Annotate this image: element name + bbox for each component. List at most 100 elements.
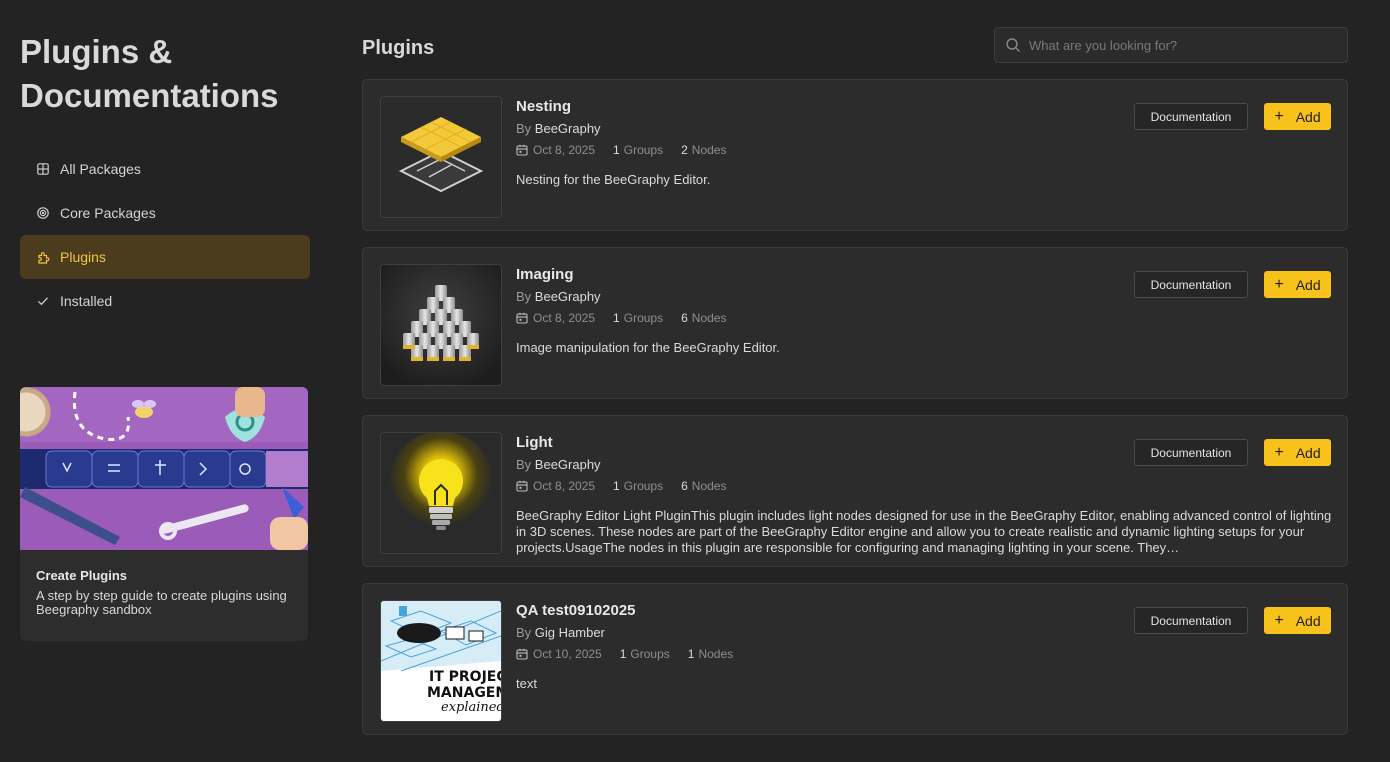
- target-icon: [36, 206, 50, 220]
- documentation-button[interactable]: Documentation: [1134, 607, 1248, 634]
- create-plugins-promo[interactable]: Create Plugins A step by step guide to c…: [20, 387, 308, 641]
- by-label: By: [516, 457, 532, 472]
- groups-count: 1: [619, 647, 627, 661]
- nav-item-core-packages[interactable]: Core Packages: [20, 191, 310, 235]
- documentation-button[interactable]: Documentation: [1134, 271, 1248, 298]
- promo-title: Create Plugins: [36, 568, 128, 583]
- nesting-thumbnail-art: [381, 97, 501, 217]
- plugin-thumbnail: [380, 432, 502, 554]
- plus-icon: +: [1274, 275, 1284, 293]
- plugin-author: By Gig Hamber: [516, 625, 605, 640]
- plugin-thumbnail: [380, 96, 502, 218]
- add-label: Add: [1295, 108, 1321, 125]
- nodes-label: Nodes: [691, 479, 727, 493]
- groups-label: Groups: [623, 311, 664, 325]
- thumb-text-it-project: IT PROJECT: [429, 669, 501, 685]
- plugin-description: Nesting for the BeeGraphy Editor.: [516, 172, 711, 187]
- plugin-name: QA test09102025: [516, 602, 636, 619]
- imaging-thumbnail-art: [381, 265, 501, 385]
- add-button[interactable]: + Add: [1264, 103, 1331, 130]
- plugin-meta: Oct 8, 2025 1 Groups 6 Nodes: [516, 479, 726, 493]
- puzzle-icon: [36, 250, 50, 264]
- groups-label: Groups: [630, 647, 670, 661]
- calendar-icon: [516, 144, 528, 156]
- plugin-author: By BeeGraphy: [516, 121, 601, 136]
- add-label: Add: [1295, 276, 1321, 293]
- calendar-icon: [516, 648, 528, 660]
- author-name[interactable]: BeeGraphy: [535, 457, 601, 472]
- by-label: By: [516, 289, 532, 304]
- nodes-count: 1: [687, 647, 695, 661]
- plugin-thumbnail: IT PROJECT MANAGEMENT explained: [380, 600, 502, 722]
- plugin-card-imaging: Imaging By BeeGraphy Oct 8, 2025 1 Group…: [362, 247, 1348, 399]
- light-thumbnail-art: [381, 433, 501, 553]
- nav-item-all-packages[interactable]: All Packages: [20, 147, 310, 191]
- plugin-name: Imaging: [516, 266, 574, 283]
- nodes-count: 2: [681, 143, 688, 157]
- plugin-name: Nesting: [516, 98, 572, 115]
- nodes-label: Nodes: [691, 311, 727, 325]
- documentation-button[interactable]: Documentation: [1134, 439, 1248, 466]
- calendar-icon: [516, 480, 528, 492]
- plugin-date: Oct 10, 2025: [533, 647, 602, 661]
- plugin-meta: Oct 8, 2025 1 Groups 6 Nodes: [516, 311, 726, 325]
- add-button[interactable]: + Add: [1264, 439, 1331, 466]
- plugin-card-nesting: Nesting By BeeGraphy Oct 8, 2025 1 Group…: [362, 79, 1348, 231]
- plugin-date: Oct 8, 2025: [533, 311, 596, 325]
- by-label: By: [516, 625, 532, 640]
- author-name[interactable]: BeeGraphy: [535, 289, 601, 304]
- plugin-date: Oct 8, 2025: [533, 479, 596, 493]
- nav-item-label: All Packages: [60, 161, 141, 177]
- plugin-description: text: [516, 676, 537, 691]
- plugin-description: Image manipulation for the BeeGraphy Edi…: [516, 340, 780, 355]
- add-button[interactable]: + Add: [1264, 607, 1331, 634]
- sidebar: Plugins & Documentations All Packages Co…: [20, 0, 310, 762]
- plugin-card-light: Light By BeeGraphy Oct 8, 2025 1 Groups …: [362, 415, 1348, 567]
- plugin-meta: Oct 10, 2025 1 Groups 1 Nodes: [516, 647, 733, 661]
- plugin-date: Oct 8, 2025: [533, 143, 596, 157]
- search-bar[interactable]: [994, 27, 1348, 63]
- author-name[interactable]: Gig Hamber: [535, 625, 605, 640]
- by-label: By: [516, 121, 532, 136]
- nodes-label: Nodes: [698, 647, 734, 661]
- plugin-author: By BeeGraphy: [516, 289, 601, 304]
- sidebar-nav: All Packages Core Packages Plugins Insta…: [20, 147, 310, 323]
- page-title: Plugins: [362, 37, 435, 59]
- sidebar-title: Plugins & Documentations: [20, 33, 279, 114]
- grid-icon: [36, 162, 50, 176]
- groups-count: 1: [613, 143, 620, 157]
- plugin-meta: Oct 8, 2025 1 Groups 2 Nodes: [516, 143, 726, 157]
- plus-icon: +: [1274, 443, 1284, 461]
- plugin-card-qa-test: IT PROJECT MANAGEMENT explained QA test0…: [362, 583, 1348, 735]
- search-input[interactable]: [1029, 37, 1329, 53]
- promo-description: A step by step guide to create plugins u…: [36, 588, 287, 617]
- plus-icon: +: [1274, 107, 1284, 125]
- nav-item-plugins[interactable]: Plugins: [20, 235, 310, 279]
- groups-label: Groups: [623, 143, 664, 157]
- add-label: Add: [1295, 612, 1321, 629]
- groups-count: 1: [613, 311, 620, 325]
- documentation-button[interactable]: Documentation: [1134, 103, 1248, 130]
- author-name[interactable]: BeeGraphy: [535, 121, 601, 136]
- plugin-thumbnail: [380, 264, 502, 386]
- nav-item-label: Core Packages: [60, 205, 156, 221]
- groups-count: 1: [613, 479, 620, 493]
- plus-icon: +: [1274, 611, 1284, 629]
- it-project-thumbnail-art: IT PROJECT MANAGEMENT explained: [381, 601, 501, 721]
- promo-illustration: [20, 387, 308, 550]
- app: Plugins & Documentations All Packages Co…: [0, 0, 1390, 762]
- nodes-count: 6: [681, 311, 688, 325]
- nav-item-label: Installed: [60, 293, 113, 309]
- nodes-label: Nodes: [691, 143, 727, 157]
- thumb-text-explained: explained: [441, 700, 501, 715]
- add-label: Add: [1295, 444, 1321, 461]
- nav-item-installed[interactable]: Installed: [20, 279, 310, 323]
- thumb-text-management: MANAGEMENT: [427, 685, 501, 701]
- plugin-author: By BeeGraphy: [516, 457, 601, 472]
- plugin-name: Light: [516, 434, 553, 451]
- check-icon: [36, 294, 50, 308]
- search-icon: [1006, 38, 1020, 52]
- add-button[interactable]: + Add: [1264, 271, 1331, 298]
- nav-item-label: Plugins: [60, 249, 106, 265]
- calendar-icon: [516, 312, 528, 324]
